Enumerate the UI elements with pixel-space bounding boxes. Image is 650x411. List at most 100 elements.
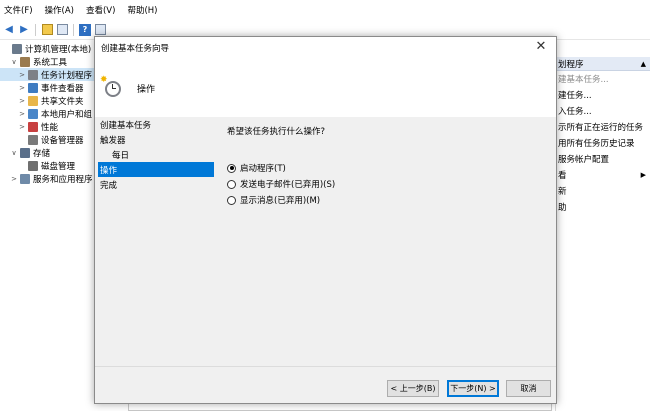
menu-help[interactable]: 帮助(H) (127, 4, 157, 16)
menu-view[interactable]: 查看(V) (86, 4, 115, 16)
chevron-right-icon[interactable]: > (18, 97, 26, 105)
action-item[interactable]: 新 (556, 183, 650, 199)
clock-icon (28, 69, 38, 80)
tree-item[interactable]: > 共享文件夹 (0, 94, 96, 107)
chevron-right-icon[interactable]: > (10, 175, 18, 183)
action-item-label: 用所有任务历史记录 (558, 139, 635, 149)
tree-item[interactable]: 设备管理器 (0, 133, 96, 146)
tree-item-label: 事件查看器 (41, 83, 84, 94)
tree-item[interactable]: > 服务和应用程序 (0, 172, 96, 185)
tree-item[interactable]: ∨ 存储 (0, 146, 96, 159)
action-item-label: 服务帐户配置 (558, 155, 610, 165)
dialog-title-bar: 创建基本任务向导 ✕ (95, 37, 556, 59)
submenu-arrow-icon: ▶ (640, 171, 646, 179)
wizard-steps: 创建基本任务 触发器 每日 操作 完成 (98, 117, 214, 192)
tree-item-label: 本地用户和组 (41, 109, 93, 120)
actions-list: 建基本任务... 建任务... 入任务... 示所有正在运行的任务 用所有任务历史记录服… (556, 71, 650, 215)
help-icon[interactable]: ? (79, 23, 91, 36)
action-item[interactable]: 建任务... (556, 87, 650, 103)
action-option[interactable]: 发送电子邮件(已弃用)(S) (227, 176, 547, 192)
collapse-arrow-icon[interactable]: ▲ (641, 60, 646, 68)
tree-item-label: 磁盘管理 (41, 161, 76, 172)
tree-item-label: 任务计划程序 (41, 70, 93, 81)
tree-item[interactable]: 磁盘管理 (0, 159, 96, 172)
action-item-label: 建任务... (558, 91, 592, 101)
chevron-right-icon[interactable]: > (18, 71, 26, 79)
tree-item[interactable]: > 任务计划程序 (0, 68, 96, 81)
tree-item-label: 共享文件夹 (41, 96, 84, 107)
action-item-label: 入任务... (558, 107, 592, 117)
tree-item[interactable]: > 事件查看器 (0, 81, 96, 94)
action-options: 启动程序(T) 发送电子邮件(已弃用)(S) 显示消息(已弃用)(M) (227, 160, 547, 208)
back-arrow-icon[interactable]: ◀ (3, 24, 15, 36)
action-item[interactable]: 用所有任务历史记录 (556, 135, 650, 151)
action-item-label: 助 (558, 203, 567, 213)
dialog-header: ✸ 操作 (95, 59, 556, 117)
toolbar-separator (73, 23, 74, 36)
tree-item[interactable]: > 本地用户和组 (0, 107, 96, 120)
menu-bar: 文件(F) 操作(A) 查看(V) 帮助(H) (0, 0, 650, 20)
step-content: 希望该任务执行什么操作? 启动程序(T) 发送电子邮件(已弃用)(S) 显示消息(已… (227, 125, 547, 208)
properties-icon[interactable] (94, 24, 106, 36)
tree-item[interactable]: 计算机管理(本地) (0, 42, 96, 55)
services-icon (20, 173, 30, 184)
device-manager-icon (28, 134, 38, 145)
wizard-step: 每日 (112, 150, 130, 161)
action-item-label: 看 (558, 171, 567, 181)
tools-icon (20, 56, 30, 67)
wizard-step: 创建基本任务 (100, 120, 152, 131)
chevron-down-icon[interactable]: ∨ (10, 58, 18, 66)
actions-header-label: 划程序 (558, 59, 584, 70)
navigation-tree: 计算机管理(本地) ∨ 系统工具 > 任务计划程序 > 事件查看器 > 共享文件夹 > 本地用户和组… (0, 40, 96, 411)
chevron-right-icon[interactable]: > (18, 110, 26, 118)
action-item-label: 建基本任务... (558, 75, 609, 85)
tree-item-label: 性能 (41, 122, 59, 133)
tree-item[interactable]: > 性能 (0, 120, 96, 133)
action-item[interactable]: 示所有正在运行的任务 (556, 119, 650, 135)
wizard-step: 触发器 (100, 135, 126, 146)
action-item-label: 示所有正在运行的任务 (558, 123, 644, 133)
action-question: 希望该任务执行什么操作? (227, 127, 326, 137)
action-item[interactable]: 建基本任务... (556, 71, 650, 87)
actions-header[interactable]: 划程序 ▲ (556, 57, 650, 71)
button-separator (95, 366, 556, 367)
wizard-step: 操作 (98, 162, 214, 177)
action-item[interactable]: 服务帐户配置 (556, 151, 650, 167)
option-label: 显示消息(已弃用)(M) (240, 196, 321, 206)
action-option[interactable]: 显示消息(已弃用)(M) (227, 192, 547, 208)
menu-file[interactable]: 文件(F) (4, 4, 33, 16)
radio-button[interactable] (227, 195, 236, 205)
chevron-right-icon[interactable]: > (18, 123, 26, 131)
dialog-title: 创建基本任务向导 (101, 44, 170, 54)
show-hide-tree-icon[interactable] (56, 24, 68, 36)
users-icon (28, 108, 38, 119)
tree-item-label: 系统工具 (33, 57, 68, 68)
close-icon[interactable]: ✕ (534, 40, 548, 54)
menu-action[interactable]: 操作(A) (45, 4, 74, 16)
next-button[interactable]: 下一步(N) > (447, 380, 499, 397)
task-clock-icon: ✸ (100, 75, 123, 98)
tree-item-label: 设备管理器 (41, 135, 84, 146)
cancel-button[interactable]: 取消 (506, 380, 551, 397)
dialog-body: 创建基本任务 触发器 每日 操作 完成 希望该任务执行什么操作? 启动程序(T) 发送电子… (95, 117, 556, 372)
storage-icon (20, 147, 30, 158)
action-item[interactable]: 看 ▶ (556, 167, 650, 183)
tree-item-label: 计算机管理(本地) (25, 44, 92, 55)
action-item[interactable]: 入任务... (556, 103, 650, 119)
tree-item[interactable]: ∨ 系统工具 (0, 55, 96, 68)
forward-arrow-icon[interactable]: ▶ (18, 24, 30, 36)
actions-pane: 划程序 ▲ 建基本任务... 建任务... 入任务... 示所有正在运行的任务 用所有任… (555, 40, 650, 411)
tree-item-label: 服务和应用程序 (33, 174, 93, 185)
toolbar-separator (35, 23, 36, 36)
action-item[interactable]: 助 (556, 199, 650, 215)
option-label: 发送电子邮件(已弃用)(S) (240, 180, 336, 190)
up-folder-icon[interactable] (41, 24, 53, 36)
shared-folder-icon (28, 95, 38, 106)
event-viewer-icon (28, 82, 38, 93)
action-option[interactable]: 启动程序(T) (227, 160, 547, 176)
chevron-right-icon[interactable]: > (18, 84, 26, 92)
back-button[interactable]: < 上一步(B) (387, 380, 439, 397)
radio-button[interactable] (227, 179, 236, 189)
chevron-down-icon[interactable]: ∨ (10, 149, 18, 157)
radio-button[interactable] (227, 163, 236, 173)
